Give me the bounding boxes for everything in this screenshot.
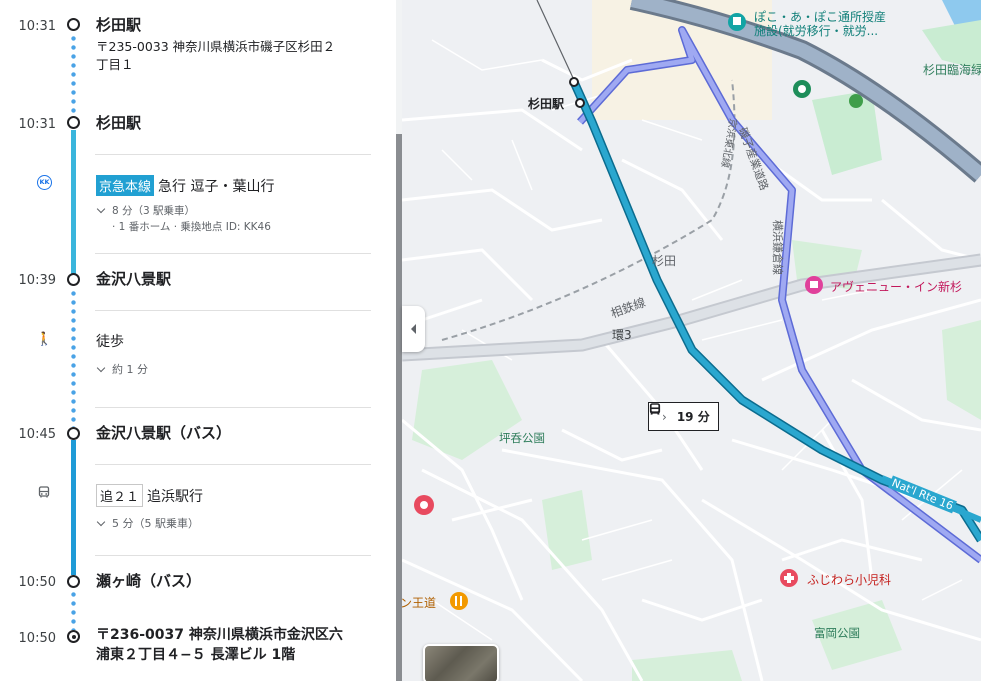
- destination-address-line1[interactable]: 〒236-0037 神奈川県横浜市金沢区六: [96, 626, 343, 644]
- bus-duration-toggle[interactable]: 5 分（5 駅乗車）: [96, 516, 199, 532]
- poi-facility-line1: ぽこ・あ・ぽこ通所授産: [754, 10, 887, 24]
- chevron-left-icon: [411, 324, 416, 334]
- divider: [95, 555, 371, 556]
- destination-marker: [67, 630, 80, 643]
- walk-dotted-line: [71, 34, 76, 116]
- board-time: 10:31: [18, 117, 56, 132]
- keikyu-line-icon: KK: [37, 175, 52, 190]
- walk-dotted-line: [71, 289, 76, 427]
- map-canvas[interactable]: 杉田駅 杉田 相鉄線 環3 坪呑公園 富岡公園 磯子産業道路 横浜鎌倉線 京浜東…: [402, 0, 981, 681]
- divider: [95, 310, 371, 311]
- origin-stop-marker: [67, 18, 80, 31]
- divider: [95, 253, 371, 254]
- bus-stop-name[interactable]: 金沢八景駅（バス）: [96, 422, 231, 443]
- transfer-time: 10:39: [18, 273, 56, 288]
- bus-leg-title[interactable]: 追２１ 追浜駅行: [96, 484, 203, 507]
- alight-stop-name[interactable]: 瀬ヶ崎（バス）: [96, 570, 201, 591]
- bus-icon: [36, 486, 52, 501]
- line-badge: 京急本線: [96, 175, 155, 196]
- walk-icon: 🚶: [36, 332, 53, 347]
- chevron-down-icon: [96, 363, 106, 373]
- origin-address-line2: 丁目１: [96, 57, 134, 72]
- divider: [95, 407, 371, 408]
- train-detail: · 1 番ホーム · 乗換地点 ID: KK46: [112, 221, 271, 233]
- bus-stop-time: 10:45: [18, 427, 56, 442]
- coast-label: 杉田臨海緑: [923, 63, 981, 77]
- map-graphics: [402, 0, 981, 681]
- transfer-stop-marker: [67, 273, 80, 286]
- origin-name[interactable]: 杉田駅: [96, 14, 141, 35]
- chevron-right-icon: ›: [662, 409, 667, 424]
- street-view-thumbnail[interactable]: [423, 644, 499, 681]
- poi-facility-line2: 施設(就労移行・就労...: [754, 24, 879, 38]
- train-service: 急行 逗子・葉山行: [158, 179, 275, 195]
- bus-destination: 追浜駅行: [147, 489, 204, 505]
- origin-time: 10:31: [18, 19, 56, 34]
- walk-duration-toggle[interactable]: 約 1 分: [96, 362, 148, 378]
- alight-time: 10:50: [18, 575, 56, 590]
- route-duration: 19 分: [676, 410, 710, 424]
- area-label-sugita: 杉田: [652, 254, 677, 268]
- train-line-bar: [71, 130, 76, 275]
- train-duration: 8 分（3 駅乗車）: [112, 205, 196, 217]
- origin-address-line1: 〒235-0033 神奈川県横浜市磯子区杉田２: [96, 39, 336, 54]
- poi-label-facility[interactable]: ぽこ・あ・ぽこ通所授産 施設(就労移行・就労...: [754, 10, 886, 38]
- poi-label-clinic[interactable]: ふじわら小児科: [807, 571, 891, 588]
- walk-duration: 約 1 分: [112, 363, 148, 376]
- chevron-down-icon: [96, 517, 106, 527]
- board-stop-name[interactable]: 杉田駅: [96, 112, 141, 133]
- walk-dotted-line: [71, 590, 76, 630]
- ring-road-label: 環3: [612, 328, 632, 342]
- station-label[interactable]: 杉田駅: [528, 95, 564, 112]
- train-duration-toggle[interactable]: 8 分（3 駅乗車）: [96, 203, 195, 219]
- bus-stop-marker: [67, 427, 80, 440]
- chevron-down-icon: [96, 204, 106, 214]
- road-label-yokohama: 横浜鎌倉線: [771, 220, 784, 275]
- walk-label: 徒歩: [96, 334, 124, 350]
- bus-duration: 5 分（5 駅乗車）: [112, 517, 199, 530]
- bus-route-badge: 追２１: [96, 484, 144, 507]
- park-label-tsubone: 坪呑公園: [499, 431, 545, 445]
- board-stop-marker: [67, 116, 80, 129]
- destination-time: 10:50: [18, 631, 56, 646]
- alight-stop-marker: [67, 575, 80, 588]
- destination-address-line2[interactable]: 浦東２丁目４−５ 長澤ビル 1階: [96, 646, 295, 664]
- train-leg-title[interactable]: 京急本線 急行 逗子・葉山行: [96, 175, 274, 196]
- park-label-tomioka: 富岡公園: [814, 626, 860, 640]
- poi-label-hotel[interactable]: アヴェニュー・イン新杉: [830, 278, 962, 295]
- divider: [95, 464, 371, 465]
- bus-line-bar: [71, 440, 76, 575]
- collapse-panel-button[interactable]: [402, 306, 425, 352]
- directions-panel: 10:31 杉田駅 〒235-0033 神奈川県横浜市磯子区杉田２ 丁目１ 10…: [0, 0, 396, 681]
- divider: [95, 154, 371, 155]
- transfer-stop-name[interactable]: 金沢八景駅: [96, 268, 171, 289]
- route-time-chip[interactable]: › 19 分: [648, 402, 719, 431]
- poi-label-restaurant[interactable]: ン王道: [402, 594, 436, 611]
